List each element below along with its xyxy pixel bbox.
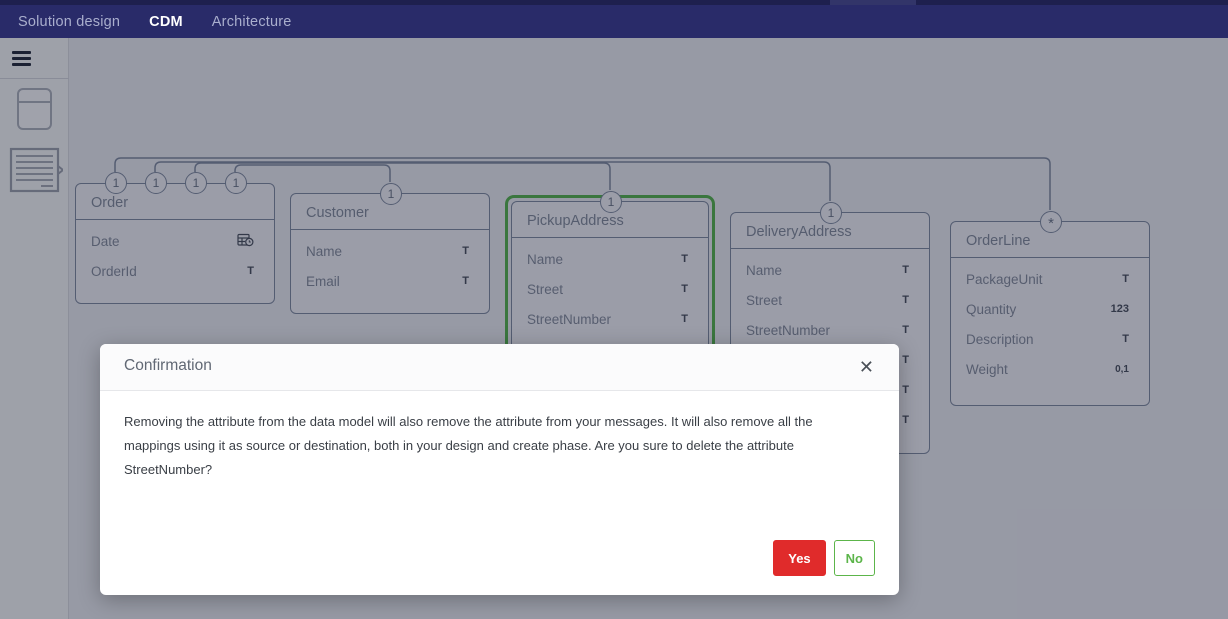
app-window: 1 1 1 1 Order Date OrderId T 1 Customer … [0, 0, 1228, 619]
dialog-header: Confirmation ✕ [100, 344, 899, 391]
tab-cdm[interactable]: CDM [149, 14, 183, 30]
tab-architecture[interactable]: Architecture [212, 14, 292, 30]
confirmation-dialog: Confirmation ✕ Removing the attribute fr… [100, 344, 899, 595]
top-navigation: Solution design CDM Architecture [0, 5, 1228, 38]
dialog-footer: Yes No [773, 540, 875, 576]
dialog-title: Confirmation [124, 357, 212, 375]
yes-button[interactable]: Yes [773, 540, 825, 576]
no-button[interactable]: No [834, 540, 875, 576]
dialog-message: Removing the attribute from the data mod… [124, 410, 864, 482]
close-icon[interactable]: ✕ [855, 355, 878, 379]
tab-solution-design[interactable]: Solution design [18, 14, 120, 30]
dialog-body: Removing the attribute from the data mod… [100, 391, 899, 482]
